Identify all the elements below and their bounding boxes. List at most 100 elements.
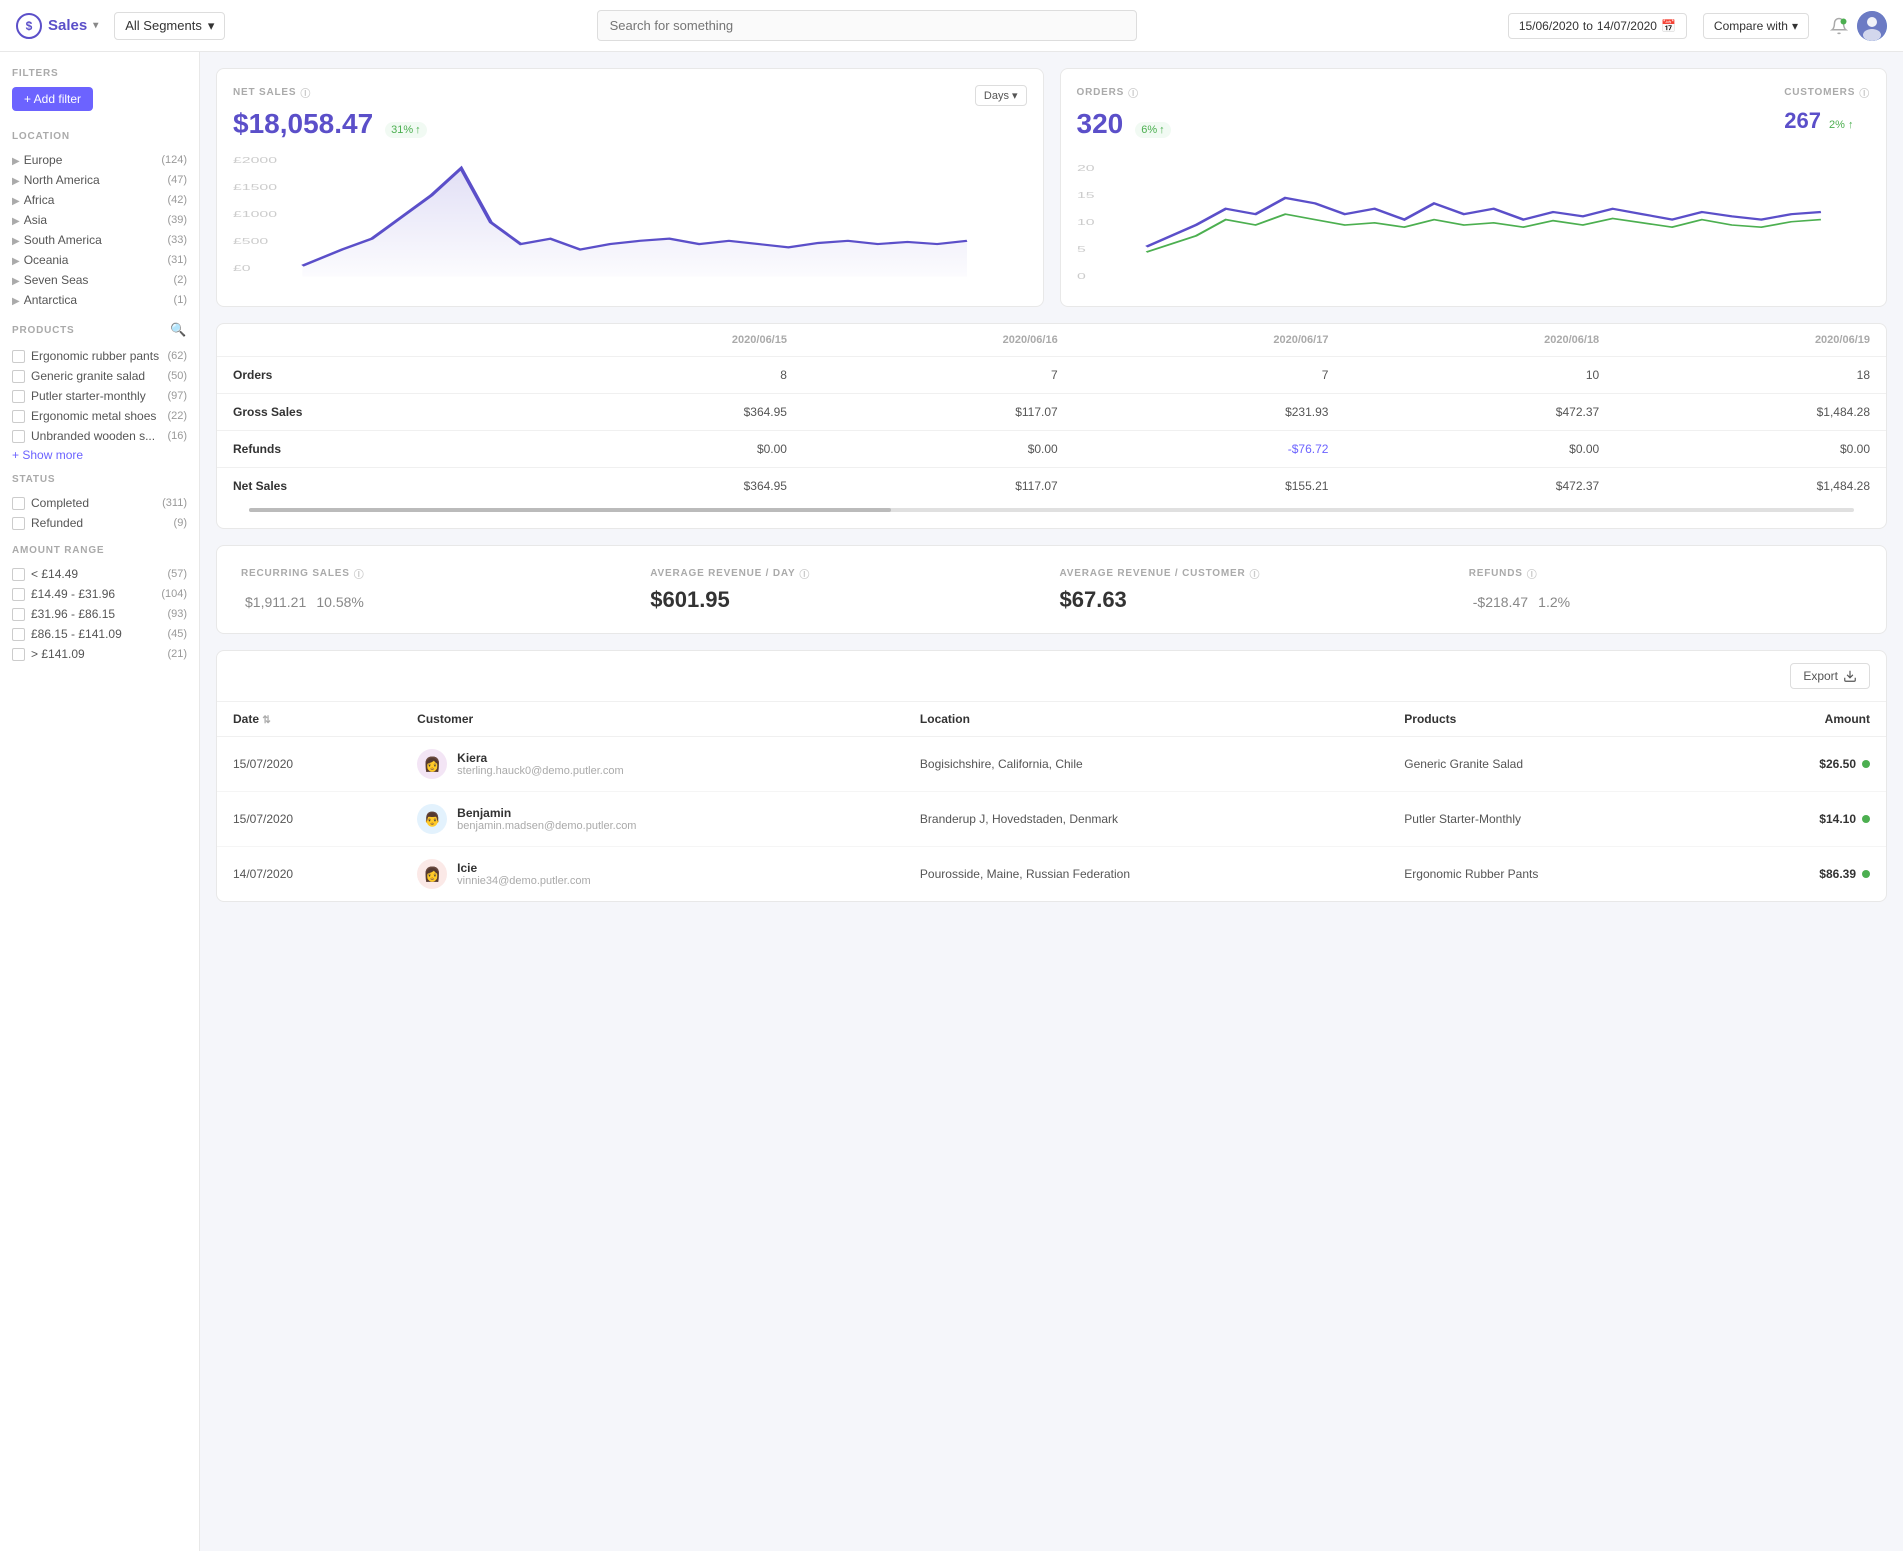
row-value: 7 <box>803 357 1074 394</box>
order-amount: $86.39 <box>1721 847 1886 902</box>
order-product: Generic Granite Salad <box>1388 737 1720 792</box>
avg-revenue-day-stat: AVERAGE REVENUE / DAY ⓘ $601.95 <box>650 566 1043 613</box>
net-sales-badge: 31% ↑ <box>385 122 427 138</box>
date-from: 15/06/2020 <box>1519 19 1579 33</box>
row-value: $1,484.28 <box>1615 394 1886 431</box>
net-sales-label: NET SALES ⓘ <box>233 85 427 100</box>
days-button[interactable]: Days ▾ <box>975 85 1027 106</box>
logo-text: Sales <box>48 17 87 34</box>
avg-revenue-customer-value: $67.63 <box>1060 587 1453 613</box>
orders-info-icon[interactable]: ⓘ <box>1128 85 1139 100</box>
product-checkbox[interactable] <box>12 410 25 423</box>
customer-name: Kiera <box>457 751 623 765</box>
location-item[interactable]: ▶Seven Seas(2) <box>12 270 187 290</box>
location-item[interactable]: ▶ Asia (39) <box>12 210 187 230</box>
location-item[interactable]: ▶South America(33) <box>12 230 187 250</box>
product-checkbox[interactable] <box>12 390 25 403</box>
location-count: (1) <box>174 294 187 306</box>
refunds-info-icon[interactable]: ⓘ <box>1527 566 1538 581</box>
location-count: (124) <box>161 154 187 166</box>
table-header-date3: 2020/06/17 <box>1074 324 1345 357</box>
location-item[interactable]: ▶Antarctica(1) <box>12 290 187 310</box>
product-checkbox[interactable] <box>12 350 25 363</box>
svg-text:£0: £0 <box>233 263 251 273</box>
product-item: Ergonomic rubber pants(62) <box>12 346 187 366</box>
amount-checkbox[interactable] <box>12 568 25 581</box>
avg-day-info-icon[interactable]: ⓘ <box>799 566 810 581</box>
order-product: Ergonomic Rubber Pants <box>1388 847 1720 902</box>
location-arrow-icon: ▶ <box>12 256 20 267</box>
location-title: LOCATION <box>12 131 187 142</box>
row-value: $0.00 <box>1344 431 1615 468</box>
date-sort-icon[interactable]: ⇅ <box>262 715 270 726</box>
data-table: 2020/06/15 2020/06/16 2020/06/17 2020/06… <box>217 324 1886 504</box>
recurring-sales-value: $1,911.21 10.58% <box>241 587 634 613</box>
orders-col-location: Location <box>904 702 1388 737</box>
location-arrow-icon: ▶ <box>12 216 20 227</box>
add-filter-button[interactable]: + Add filter <box>12 87 93 111</box>
location-name: Asia <box>24 213 47 227</box>
status-item: Completed(311) <box>12 493 187 513</box>
customer-avatar: 👨 <box>417 804 447 834</box>
location-count: (39) <box>167 214 187 226</box>
avg-customer-info-icon[interactable]: ⓘ <box>1250 566 1261 581</box>
table-header-date4: 2020/06/18 <box>1344 324 1615 357</box>
svg-text:£1000: £1000 <box>233 209 277 219</box>
amount-checkbox[interactable] <box>12 608 25 621</box>
status-checkbox[interactable] <box>12 517 25 530</box>
compare-chevron-icon: ▾ <box>1792 19 1798 33</box>
status-count: (311) <box>162 497 187 509</box>
location-item[interactable]: ▶Oceania(31) <box>12 250 187 270</box>
segment-select[interactable]: All Segments ▾ <box>114 12 225 40</box>
orders-chart: 20 15 10 5 0 2020/06/15 2020/06/23 <box>1077 160 1871 290</box>
status-list: Completed(311)Refunded(9) <box>12 493 187 533</box>
date-separator: to <box>1583 19 1593 33</box>
notification-icon[interactable] <box>1825 12 1853 40</box>
svg-text:£2000: £2000 <box>233 155 277 165</box>
amount-count: (21) <box>167 648 187 660</box>
orders-badge: 6% ↑ <box>1135 122 1170 138</box>
amount-checkbox[interactable] <box>12 588 25 601</box>
row-value: $1,484.28 <box>1615 468 1886 505</box>
location-arrow-icon: ▶ <box>12 276 20 287</box>
order-customer: 👨 Benjamin benjamin.madsen@demo.putler.c… <box>401 792 904 847</box>
amount-range: £14.49 - £31.96 <box>31 587 155 601</box>
logo[interactable]: $ Sales ▾ <box>16 13 98 39</box>
row-value: 8 <box>532 357 803 394</box>
product-checkbox[interactable] <box>12 370 25 383</box>
net-sales-info-icon[interactable]: ⓘ <box>300 85 311 100</box>
amount-item: £14.49 - £31.96(104) <box>12 584 187 604</box>
location-arrow-icon: ▶ <box>12 236 20 247</box>
status-checkbox[interactable] <box>12 497 25 510</box>
status-item: Refunded(9) <box>12 513 187 533</box>
svg-text:£500: £500 <box>233 236 268 246</box>
location-item[interactable]: ▶North America(47) <box>12 170 187 190</box>
row-label: Net Sales <box>217 468 532 505</box>
customer-avatar: 👩 <box>417 859 447 889</box>
amount-checkbox[interactable] <box>12 628 25 641</box>
products-search-icon[interactable]: 🔍 <box>170 322 187 338</box>
location-item[interactable]: ▶Europe(124) <box>12 150 187 170</box>
user-avatar[interactable] <box>1857 11 1887 41</box>
date-range-picker[interactable]: 15/06/2020 to 14/07/2020 📅 <box>1508 13 1687 39</box>
amount-checkbox[interactable] <box>12 648 25 661</box>
location-count: (31) <box>167 254 187 266</box>
segment-chevron-icon: ▾ <box>208 18 215 34</box>
location-name: South America <box>24 233 102 247</box>
location-item[interactable]: ▶Africa(42) <box>12 190 187 210</box>
show-more-link[interactable]: + Show more <box>12 448 187 462</box>
customer-name: Benjamin <box>457 806 636 820</box>
export-button[interactable]: Export <box>1790 663 1870 689</box>
search-input[interactable] <box>597 10 1137 41</box>
svg-text:5: 5 <box>1077 244 1086 254</box>
row-label: Refunds <box>217 431 532 468</box>
recurring-info-icon[interactable]: ⓘ <box>354 566 365 581</box>
compare-button[interactable]: Compare with ▾ <box>1703 13 1809 39</box>
row-value: $364.95 <box>532 394 803 431</box>
svg-text:2020/06/15: 2020/06/15 <box>1146 289 1215 290</box>
product-checkbox[interactable] <box>12 430 25 443</box>
table-row: Gross Sales$364.95$117.07$231.93$472.37$… <box>217 394 1886 431</box>
row-value: $472.37 <box>1344 394 1615 431</box>
customers-info-icon[interactable]: ⓘ <box>1859 85 1870 100</box>
order-date: 14/07/2020 <box>217 847 401 902</box>
